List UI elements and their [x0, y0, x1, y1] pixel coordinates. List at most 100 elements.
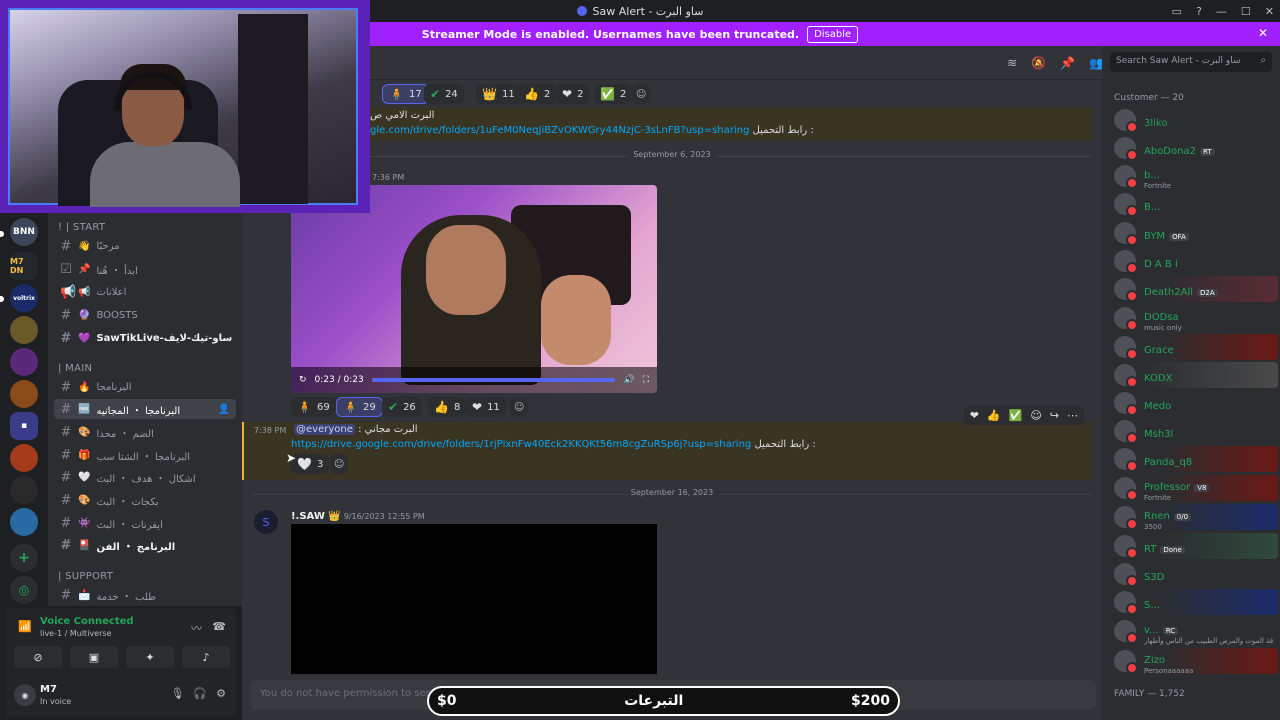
volume-icon[interactable]: 🔊 [623, 375, 634, 385]
member-item[interactable]: Rnen 0/0 3500 [1110, 504, 1278, 531]
author-name[interactable]: !.SAW [291, 511, 325, 522]
everyone-mention[interactable]: @everyone [294, 424, 355, 435]
member-item[interactable]: AboDona2 RT [1110, 135, 1278, 161]
reaction[interactable]: 👑 11 [476, 84, 521, 104]
channel-overlays[interactable]: # 👾 ايفرنات ・ البث [54, 513, 236, 533]
category-main[interactable]: | MAIN [58, 363, 92, 374]
channel-free-programs[interactable]: # 🆓 البرنامجا ・ المجانيه 👤 [54, 399, 236, 419]
channel-announcements[interactable]: 📢 📢 اعلانات [54, 282, 236, 302]
explore-icon[interactable]: ◎ [10, 576, 38, 604]
add-reaction-icon[interactable]: ☺ [1030, 409, 1041, 422]
threads-icon[interactable]: ≋ [1007, 56, 1017, 70]
reaction[interactable]: ✔ 24 [424, 84, 464, 104]
avatar[interactable]: S [254, 510, 278, 534]
screen-share-button[interactable]: ▣ [70, 646, 118, 668]
close-window-icon[interactable]: ✕ [1265, 5, 1274, 18]
add-server-icon[interactable]: + [10, 544, 38, 572]
reaction[interactable]: ✔ 26 [382, 397, 422, 417]
member-item[interactable]: Panda_q8 [1110, 446, 1278, 472]
add-member-icon[interactable]: 👤 [218, 404, 230, 415]
help-icon[interactable]: ? [1196, 5, 1202, 18]
member-item[interactable]: Msh3l [1110, 418, 1278, 444]
camera-off-button[interactable]: ⊘ [14, 646, 62, 668]
category-support[interactable]: | SUPPORT [58, 571, 113, 582]
check-box-icon[interactable]: ✅ [1009, 409, 1023, 422]
reaction[interactable]: 🤍 3 [291, 454, 330, 474]
server-icon[interactable] [10, 316, 38, 344]
thumbs-up-icon[interactable]: 👍 [987, 409, 1001, 422]
notifications-icon[interactable]: 🔕 [1031, 56, 1046, 70]
search-input[interactable]: Search Saw Alert - ساو البرت ⌕ [1110, 52, 1272, 72]
member-item[interactable]: D A B i [1110, 248, 1278, 274]
headphones-icon[interactable]: 🎧 [193, 687, 207, 700]
avatar[interactable]: ◉ [14, 684, 36, 706]
activities-button[interactable]: ✦ [126, 646, 174, 668]
noise-suppression-icon[interactable]: 〰 [191, 620, 202, 636]
channel-winter-sub[interactable]: # 🎁 البرنامجا ・ الشتا سب [54, 445, 236, 465]
pin-icon[interactable]: 📌 [1060, 56, 1075, 70]
channel-shapes[interactable]: # 🤍 اشكال ・ هدف ・ البث [54, 467, 236, 487]
video-attachment[interactable] [291, 524, 657, 674]
member-item[interactable]: B... [1110, 191, 1278, 217]
video-progress[interactable] [371, 378, 616, 382]
member-item[interactable]: b... Fortnite [1110, 163, 1278, 190]
disconnect-icon[interactable]: ☎ [212, 620, 226, 633]
voice-status[interactable]: Voice Connected [40, 616, 134, 627]
member-item[interactable]: Professor V8 Fortnite [1110, 475, 1278, 502]
channel-welcome[interactable]: # 👋 مرحبًا [54, 236, 236, 256]
member-item[interactable]: v...RCمن علاقة الموت والمرض الطبيب من ال… [1110, 618, 1278, 645]
add-reaction-button[interactable]: ☺ [632, 84, 651, 104]
channel-request-service[interactable]: # 📩 طلب ・ خدمة [54, 585, 236, 605]
member-item[interactable]: BYM OFA [1110, 220, 1278, 246]
disable-button[interactable]: Disable [807, 25, 859, 43]
server-icon[interactable] [10, 444, 38, 472]
member-item[interactable]: 3liko [1110, 107, 1278, 133]
server-icon[interactable]: BNN [10, 218, 38, 246]
soundboard-button[interactable]: ♪ [182, 646, 230, 668]
reaction[interactable]: 🧍 17 [382, 84, 429, 104]
video-attachment[interactable]: ↻ 0:23 / 0:23 🔊 ⛶ [291, 185, 657, 393]
server-icon[interactable]: M7 DN [10, 252, 38, 280]
channel-packages[interactable]: # 🎨 بكجات ・ البث [54, 490, 236, 510]
member-item[interactable]: DODsa music only [1110, 305, 1278, 332]
voice-channel[interactable]: live-1 / Multiverse [40, 629, 111, 638]
reaction[interactable]: 👍 2 [518, 84, 557, 104]
more-icon[interactable]: ⋯ [1067, 409, 1078, 422]
settings-icon[interactable]: ⚙ [216, 687, 226, 700]
server-icon[interactable] [10, 508, 38, 536]
download-link[interactable]: gle.com/drive/folders/1uFeM0NeqJiBZvOKWG… [370, 125, 749, 136]
add-reaction-button[interactable]: ☺ [510, 397, 529, 417]
server-icon[interactable] [10, 380, 38, 408]
reaction[interactable]: 👍 8 [428, 397, 467, 417]
member-item[interactable]: S3D [1110, 561, 1278, 587]
member-item[interactable]: KODX [1110, 362, 1278, 388]
reaction[interactable]: 🧍 29 [336, 397, 383, 417]
fullscreen-icon[interactable]: ⛶ [643, 375, 649, 385]
server-icon[interactable] [10, 348, 38, 376]
replay-icon[interactable]: ↻ [299, 375, 307, 385]
reply-icon[interactable]: ↪ [1050, 409, 1059, 422]
reaction[interactable]: ✅ 2 [594, 84, 633, 104]
reaction[interactable]: ❤ 11 [466, 397, 506, 417]
server-icon[interactable] [10, 476, 38, 504]
inbox-icon[interactable]: ▭ [1172, 5, 1182, 18]
channel-art[interactable]: # 🎴 البرنامج ・ الفن [54, 535, 236, 555]
mic-icon[interactable]: 🎙 [170, 687, 184, 700]
member-item[interactable]: Grace [1110, 334, 1278, 360]
member-item[interactable]: Death2All D2A [1110, 276, 1278, 302]
add-reaction-button[interactable]: ☺ [330, 454, 349, 474]
channel-boosts[interactable]: # 🔮 BOOSTS [54, 305, 236, 325]
maximize-icon[interactable]: ☐ [1241, 5, 1251, 18]
channel-start-here[interactable]: ☑ 📌 ابدأ ・ هُنا [54, 259, 236, 279]
member-item[interactable]: RT Done [1110, 533, 1278, 559]
server-folder-icon[interactable]: ▪ [10, 412, 38, 440]
close-icon[interactable]: ✕ [1258, 26, 1268, 40]
download-link[interactable]: https://drive.google.com/drive/folders/1… [291, 439, 751, 450]
reaction[interactable]: 🧍 69 [291, 397, 336, 417]
member-item[interactable]: S... [1110, 589, 1278, 615]
reaction[interactable]: ❤ 2 [556, 84, 590, 104]
channel-sawtiklive[interactable]: # 💜 SawTikLive-ساو-تيك-لايف [54, 328, 236, 348]
channel-programs[interactable]: # 🔥 البرنامجا [54, 377, 236, 397]
minimize-icon[interactable]: — [1216, 5, 1227, 18]
category-start[interactable]: ! | START [58, 222, 105, 233]
